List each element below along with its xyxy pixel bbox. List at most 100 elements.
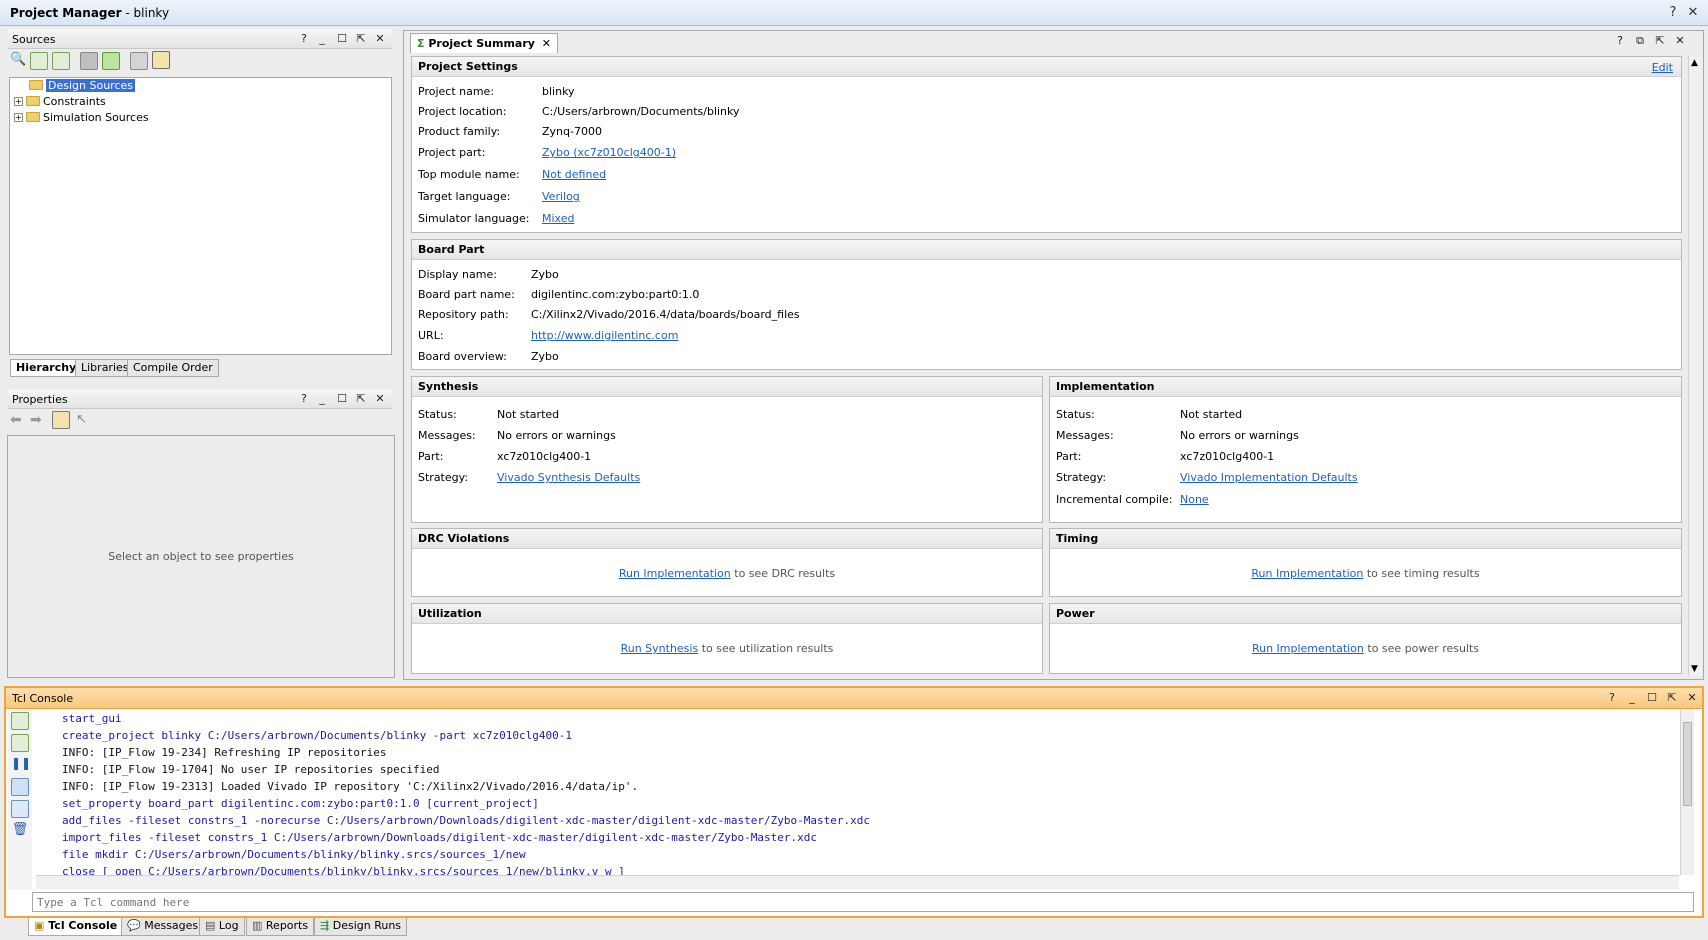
power-title: Power (1050, 604, 1681, 624)
edit-link[interactable]: Edit (1652, 61, 1673, 74)
help-icon[interactable]: ? (1612, 33, 1628, 49)
help-icon[interactable]: ? (296, 31, 312, 47)
float-icon[interactable]: ⇱ (1664, 690, 1680, 706)
properties-icon[interactable] (52, 411, 70, 429)
properties-toolbar: ⬅ ➡ ↖ (10, 411, 130, 431)
pause-icon[interactable]: ❚❚ (11, 756, 31, 774)
tab-tcl-console[interactable]: ▣ Tcl Console (28, 918, 124, 936)
add-sources-icon[interactable] (102, 52, 120, 70)
label: Messages: (1056, 429, 1114, 442)
sources-toolbar: 🔍 (10, 51, 190, 71)
collapse-all-icon[interactable] (30, 52, 48, 70)
show-hierarchy-icon[interactable] (152, 51, 170, 69)
synthesis-strategy-link[interactable]: Vivado Synthesis Defaults (497, 471, 640, 484)
document-icon[interactable] (11, 800, 29, 818)
summary-scrollbar[interactable]: ▲ ▼ (1688, 56, 1702, 676)
folder-icon (26, 112, 40, 122)
label: Project part: (418, 146, 486, 159)
minimize-icon[interactable]: _ (1624, 690, 1640, 706)
implementation-strategy-link[interactable]: Vivado Implementation Defaults (1180, 471, 1358, 484)
url-link[interactable]: http://www.digilentinc.com (531, 329, 678, 342)
incremental-compile-link[interactable]: None (1180, 493, 1209, 506)
bottom-tab-bar: ▣ Tcl Console 💬 Messages ▤ Log ▥ Reports… (0, 918, 1708, 940)
label: Strategy: (1056, 471, 1107, 484)
label: Project name: (418, 85, 495, 98)
tab-log[interactable]: ▤ Log (199, 918, 245, 936)
project-part-link[interactable]: Zybo (xc7z010clg400-1) (542, 146, 676, 159)
properties-title: Properties (12, 393, 68, 406)
minimize-icon[interactable]: _ (314, 31, 330, 47)
close-icon[interactable]: ✕ (1684, 690, 1700, 706)
back-arrow-icon[interactable]: ⬅ (10, 412, 28, 430)
label: Status: (418, 408, 457, 421)
cursor-icon[interactable]: ↖ (76, 412, 94, 430)
forward-arrow-icon[interactable]: ➡ (30, 412, 48, 430)
run-implementation-link[interactable]: Run Implementation (1252, 642, 1364, 655)
target-language-link[interactable]: Verilog (542, 190, 580, 203)
scroll-thumb[interactable] (1683, 722, 1692, 806)
tab-hierarchy[interactable]: Hierarchy (10, 359, 83, 377)
expand-icon[interactable]: + (14, 96, 23, 106)
close-tab-icon[interactable]: ✕ (542, 34, 551, 53)
label: Part: (418, 450, 444, 463)
tab-design-runs[interactable]: ⇶ Design Runs (314, 918, 408, 936)
maximize-icon[interactable]: ☐ (334, 31, 350, 47)
copy-icon[interactable] (11, 778, 29, 796)
open-folder-icon[interactable] (80, 52, 98, 70)
simulator-language-link[interactable]: Mixed (542, 212, 574, 225)
expand-all-icon[interactable] (52, 52, 70, 70)
label: Part: (1056, 450, 1082, 463)
restore-icon[interactable]: ⧉ (1632, 33, 1648, 49)
tree-item-simulation-sources[interactable]: + Simulation Sources (14, 110, 149, 126)
help-icon[interactable]: ? (1664, 4, 1682, 22)
tree-item-constraints[interactable]: + Constraints (14, 94, 106, 110)
tcl-command-input[interactable] (33, 893, 1693, 911)
sources-header: Sources ? _ ☐ ⇱ ✕ (8, 29, 392, 49)
properties-body: Select an object to see properties (7, 435, 395, 678)
run-synthesis-link[interactable]: Run Synthesis (621, 642, 699, 655)
collapse-all-icon[interactable] (11, 712, 29, 730)
float-icon[interactable]: ⇱ (1652, 33, 1668, 49)
properties-empty-text: Select an object to see properties (108, 550, 294, 563)
document-icon[interactable] (130, 52, 148, 70)
expand-icon[interactable]: + (14, 112, 23, 122)
close-icon[interactable]: ✕ (1672, 33, 1688, 49)
board-part-section: Board Part Display name: Zybo Board part… (411, 239, 1682, 370)
expand-all-icon[interactable] (11, 734, 29, 752)
label: Target language: (418, 190, 511, 203)
close-icon[interactable]: ✕ (1684, 4, 1702, 22)
scroll-up-icon[interactable]: ▲ (1691, 58, 1698, 68)
tab-reports[interactable]: ▥ Reports (246, 918, 315, 936)
tree-item-design-sources[interactable]: Design Sources (20, 78, 135, 94)
project-name-value: blinky (542, 85, 575, 98)
trash-icon[interactable]: 🗑 (11, 822, 29, 840)
tab-libraries[interactable]: Libraries (75, 359, 135, 377)
console-hscrollbar[interactable] (36, 875, 1679, 889)
label: Simulator language: (418, 212, 530, 225)
scroll-down-icon[interactable]: ▼ (1691, 664, 1698, 674)
utilization-message: Run Synthesis to see utilization results (620, 642, 834, 655)
tab-project-summary[interactable]: Σ Project Summary ✕ (410, 33, 558, 53)
minimize-icon[interactable]: _ (314, 391, 330, 407)
maximize-icon[interactable]: ☐ (1644, 690, 1660, 706)
title-bar: Project Manager - blinky ? ✕ (0, 0, 1708, 26)
help-icon[interactable]: ? (1604, 690, 1620, 706)
close-icon[interactable]: ✕ (372, 391, 388, 407)
run-implementation-link[interactable]: Run Implementation (1251, 567, 1363, 580)
maximize-icon[interactable]: ☐ (334, 391, 350, 407)
tab-messages[interactable]: 💬 Messages (121, 918, 205, 936)
console-scrollbar[interactable] (1680, 710, 1694, 875)
float-icon[interactable]: ⇱ (353, 31, 369, 47)
reports-icon: ▥ (252, 919, 263, 932)
search-icon[interactable]: 🔍 (10, 52, 28, 70)
timing-message: Run Implementation to see timing results (1251, 567, 1480, 580)
label: Display name: (418, 268, 497, 281)
implementation-status-value: Not started (1180, 408, 1243, 421)
tab-compile-order[interactable]: Compile Order (127, 359, 219, 377)
console-toolbar: ❚❚ 🗑 (8, 710, 32, 890)
float-icon[interactable]: ⇱ (353, 391, 369, 407)
close-icon[interactable]: ✕ (372, 31, 388, 47)
run-implementation-link[interactable]: Run Implementation (619, 567, 731, 580)
top-module-link[interactable]: Not defined (542, 168, 606, 181)
help-icon[interactable]: ? (296, 391, 312, 407)
